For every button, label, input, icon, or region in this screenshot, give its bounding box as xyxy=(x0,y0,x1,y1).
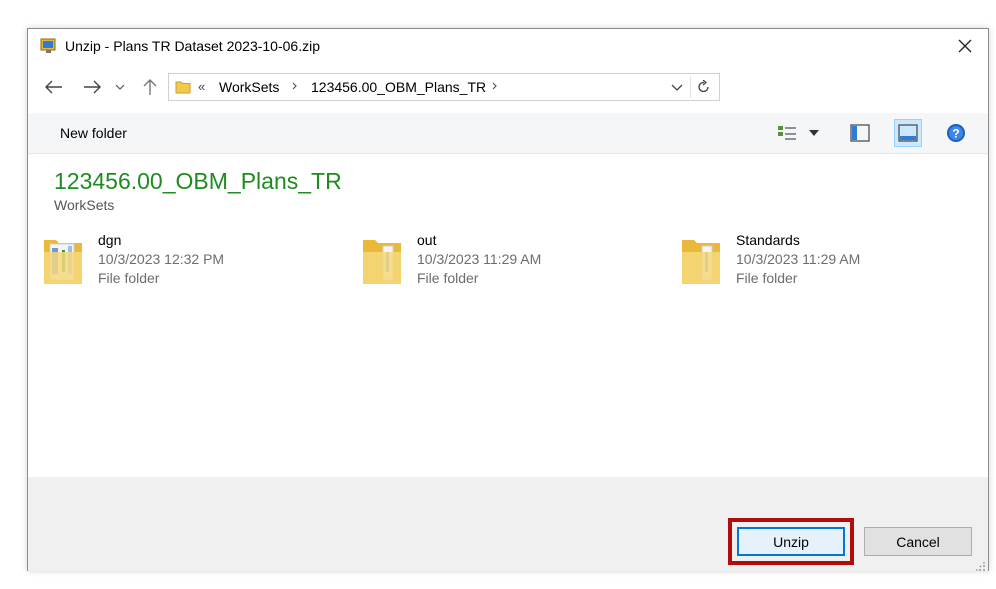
recent-locations-button[interactable] xyxy=(112,75,128,99)
close-button[interactable] xyxy=(942,29,988,63)
caret-down-icon xyxy=(809,130,819,136)
refresh-button[interactable] xyxy=(690,76,717,98)
breadcrumb-worksets[interactable]: WorkSets xyxy=(219,79,279,95)
folder-icon xyxy=(42,232,84,288)
help-button[interactable]: ? xyxy=(942,119,970,147)
unzip-button[interactable]: Unzip xyxy=(737,527,845,556)
unzip-app-icon xyxy=(40,38,58,54)
item-name: dgn xyxy=(98,232,122,248)
back-button[interactable] xyxy=(40,75,68,99)
folder-icon xyxy=(175,79,191,95)
close-icon xyxy=(958,39,972,53)
arrow-right-icon xyxy=(84,80,101,94)
folder-item-dgn[interactable]: dgn 10/3/2023 12:32 PM File folder xyxy=(42,232,342,292)
folder-subtitle: WorkSets xyxy=(54,197,115,213)
up-button[interactable] xyxy=(138,75,162,99)
view-options-icon xyxy=(778,126,796,140)
breadcrumb-current-folder[interactable]: 123456.00_OBM_Plans_TR xyxy=(311,79,486,95)
address-dropdown-button[interactable] xyxy=(669,79,685,95)
item-name: out xyxy=(417,232,437,248)
item-date: 10/3/2023 11:29 AM xyxy=(736,251,861,267)
folder-item-out[interactable]: out 10/3/2023 11:29 AM File folder xyxy=(361,232,661,292)
folder-title: 123456.00_OBM_Plans_TR xyxy=(54,168,342,194)
details-pane-icon xyxy=(898,124,918,142)
chevron-down-icon xyxy=(115,84,125,90)
arrow-left-icon xyxy=(45,80,62,94)
navigation-bar: « WorkSets 123456.00_OBM_Plans_TR xyxy=(28,71,988,105)
view-dropdown-button[interactable] xyxy=(806,119,822,147)
folder-icon xyxy=(361,232,403,288)
cancel-button[interactable]: Cancel xyxy=(864,527,972,556)
svg-text:?: ? xyxy=(952,127,959,141)
forward-button[interactable] xyxy=(78,75,106,99)
breadcrumb-overflow[interactable]: « xyxy=(198,79,205,94)
unzip-dialog: Unzip - Plans TR Dataset 2023-10-06.zip xyxy=(27,28,989,571)
details-pane-button[interactable] xyxy=(894,119,922,147)
chevron-down-icon xyxy=(671,84,683,91)
breadcrumb-separator-icon[interactable] xyxy=(492,79,498,96)
item-date: 10/3/2023 11:29 AM xyxy=(417,251,542,267)
folder-icon xyxy=(680,232,722,288)
item-date: 10/3/2023 12:32 PM xyxy=(98,251,225,267)
refresh-icon xyxy=(698,80,709,93)
folder-item-standards[interactable]: Standards 10/3/2023 11:29 AM File folder xyxy=(680,232,980,292)
item-type: File folder xyxy=(98,270,160,286)
preview-pane-icon xyxy=(850,124,870,142)
command-toolbar: New folder ? xyxy=(28,113,988,154)
window-title: Unzip - Plans TR Dataset 2023-10-06.zip xyxy=(65,38,320,54)
arrow-up-icon xyxy=(143,79,157,95)
change-view-button[interactable] xyxy=(774,119,800,147)
file-list-pane: 123456.00_OBM_Plans_TR WorkSets dgn 10/3… xyxy=(28,154,988,476)
dialog-footer: Unzip Cancel xyxy=(28,477,988,571)
breadcrumb-separator-icon[interactable] xyxy=(292,79,298,96)
new-folder-button[interactable]: New folder xyxy=(60,125,127,141)
title-bar: Unzip - Plans TR Dataset 2023-10-06.zip xyxy=(28,29,988,65)
resize-grip-icon[interactable] xyxy=(976,559,986,571)
address-bar[interactable]: « WorkSets 123456.00_OBM_Plans_TR xyxy=(168,73,720,101)
item-name: Standards xyxy=(736,232,800,248)
preview-pane-button[interactable] xyxy=(846,119,874,147)
help-icon: ? xyxy=(947,124,965,142)
item-type: File folder xyxy=(417,270,479,286)
item-type: File folder xyxy=(736,270,798,286)
